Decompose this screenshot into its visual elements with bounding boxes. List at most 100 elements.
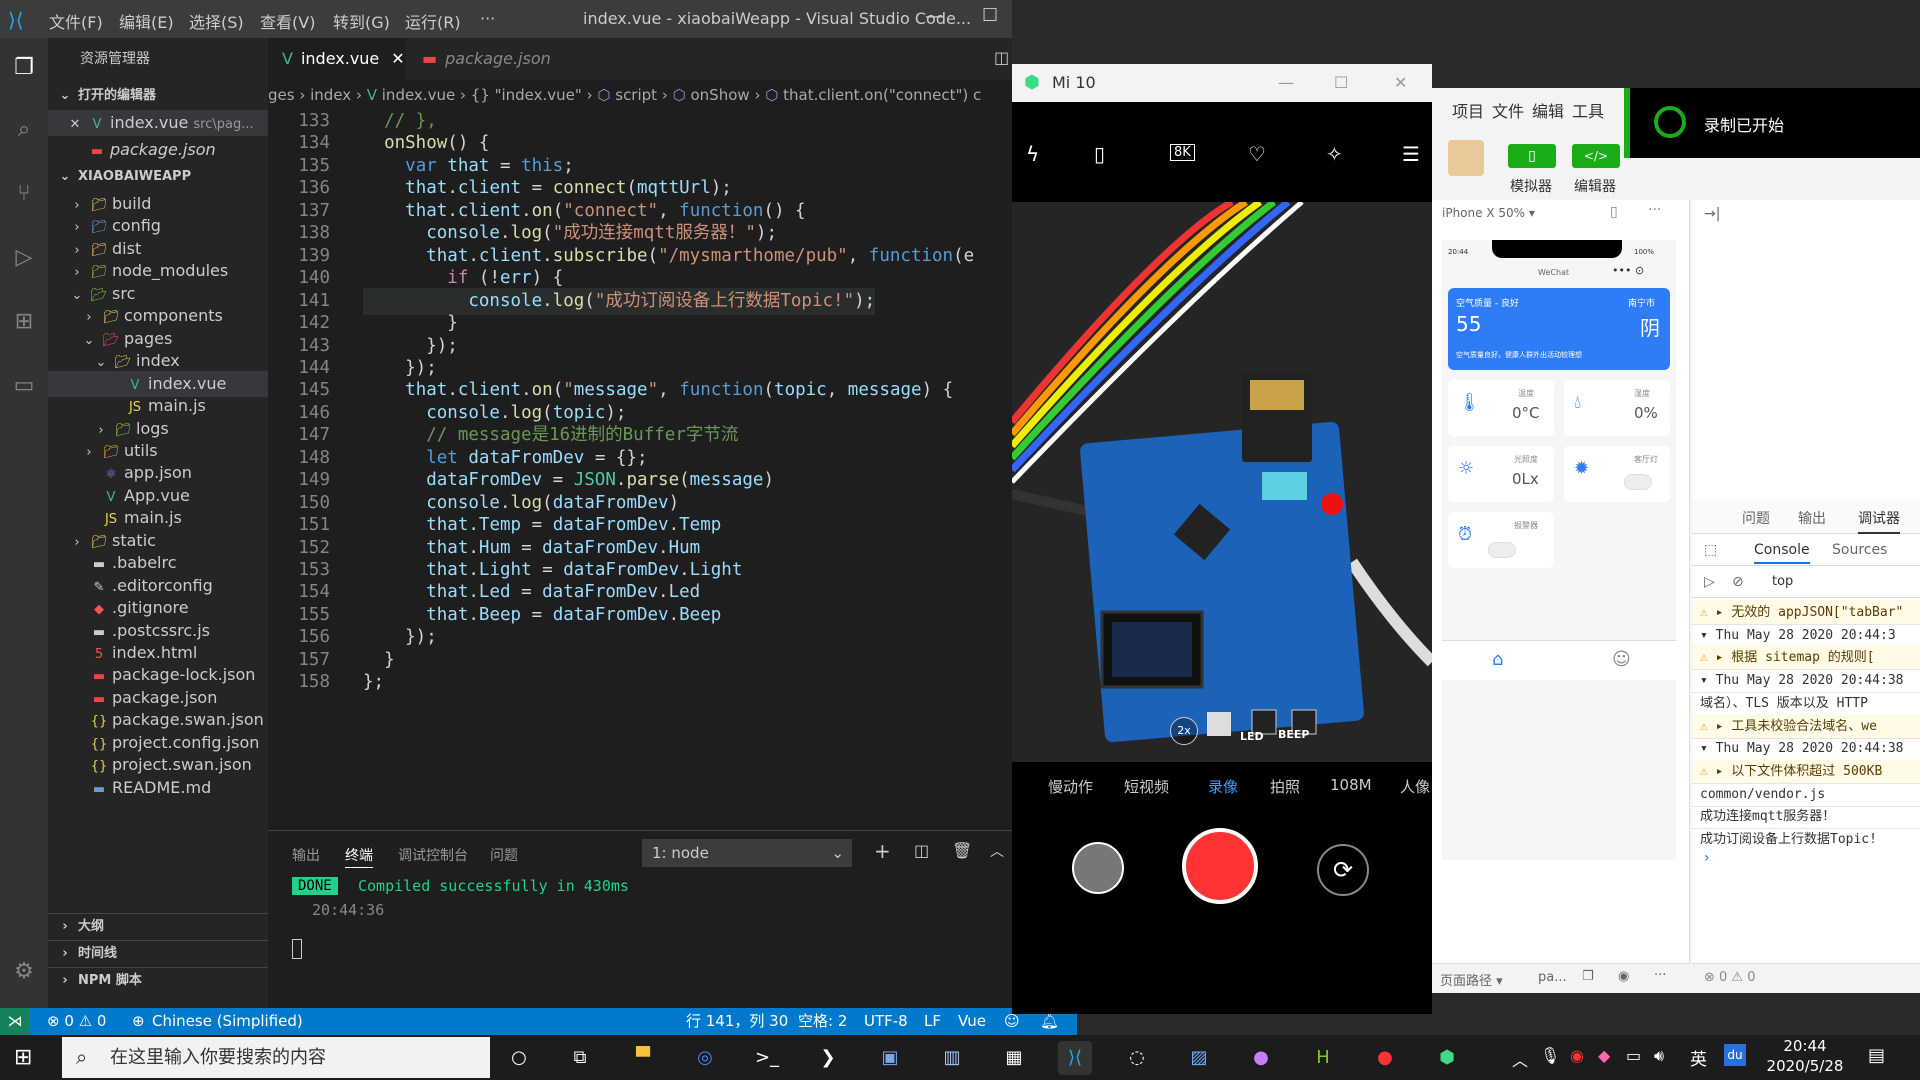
collapse-icon[interactable]: →| bbox=[1704, 206, 1720, 222]
error-counts[interactable]: ⊗ 0 ⚠ 0 bbox=[1692, 963, 1920, 993]
vscode-taskbar-icon[interactable]: ⟩⟨ bbox=[1058, 1041, 1092, 1075]
split-terminal-icon[interactable]: ◫ bbox=[914, 841, 929, 860]
sources-tab[interactable]: Sources bbox=[1832, 542, 1887, 558]
file-encoding[interactable]: UTF-8 bbox=[864, 1008, 908, 1035]
trash-icon[interactable]: 🗑 bbox=[952, 841, 972, 860]
breadcrumb-item[interactable]: ges bbox=[268, 86, 295, 104]
console-entry[interactable]: ⚠ ▸ 以下文件体积超过 500KB bbox=[1692, 758, 1920, 784]
code-editor[interactable]: 133 // }, 134 onShow() {135 var that = th… bbox=[268, 108, 1012, 828]
breadcrumb-item[interactable]: script bbox=[615, 86, 657, 104]
tab-index-vue[interactable]: Vindex.vue ✕ bbox=[268, 38, 406, 80]
home-icon[interactable]: ⌂ bbox=[1492, 649, 1503, 670]
dbg-tab-debugger[interactable]: 调试器 bbox=[1858, 508, 1900, 534]
baidu-ime-icon[interactable]: du bbox=[1724, 1044, 1746, 1066]
console-entry[interactable]: 成功连接mqtt服务器！ bbox=[1692, 804, 1920, 830]
extensions-icon[interactable]: ⊞ bbox=[10, 308, 38, 336]
remote-icon[interactable]: ⋊ bbox=[0, 1008, 30, 1035]
beep-toggle[interactable] bbox=[1488, 542, 1516, 558]
avatar[interactable] bbox=[1448, 140, 1484, 176]
editor-label[interactable]: 编辑器 bbox=[1574, 176, 1616, 196]
console-tab[interactable]: Console bbox=[1754, 542, 1810, 564]
source-control-icon[interactable]: ⑂ bbox=[10, 180, 38, 208]
project-header[interactable]: ⌄ XIAOBAIWEAPP bbox=[48, 164, 268, 190]
device-select[interactable]: iPhone X 50% ▾ bbox=[1442, 206, 1535, 220]
remote-explorer-icon[interactable]: ▭ bbox=[10, 372, 38, 400]
aspect-ratio-icon[interactable]: ▯ bbox=[1094, 142, 1105, 166]
hbuilder-icon[interactable]: H bbox=[1306, 1041, 1340, 1075]
explorer-icon[interactable]: ❐ bbox=[10, 54, 38, 82]
split-editor-icon[interactable]: ◫ bbox=[994, 48, 1009, 67]
filter-icon[interactable]: ✧ bbox=[1326, 142, 1343, 166]
console-entry[interactable]: ⚠ ▸ 根据 sitemap 的规则[ bbox=[1692, 645, 1920, 671]
end-of-line[interactable]: LF bbox=[924, 1008, 941, 1035]
menu-file[interactable]: 文件(F) bbox=[49, 9, 103, 33]
page-path-select[interactable]: 页面路径 ▾ bbox=[1440, 970, 1503, 989]
clock-time[interactable]: 20:44 bbox=[1762, 1037, 1848, 1055]
android-taskbar-icon[interactable]: ⬢ bbox=[1430, 1041, 1464, 1075]
menu-icon[interactable]: ☰ bbox=[1402, 142, 1420, 166]
panel-tab-debug-console[interactable]: 调试控制台 bbox=[398, 845, 468, 865]
breadcrumb-item[interactable]: index bbox=[310, 86, 351, 104]
more-icon[interactable]: ··· bbox=[1648, 202, 1661, 218]
panel-tab-terminal[interactable]: 终端 bbox=[345, 845, 373, 868]
gallery-thumbnail[interactable] bbox=[1072, 842, 1124, 894]
minimize-icon[interactable]: — bbox=[1278, 64, 1294, 102]
mode-short-video[interactable]: 短视频 bbox=[1124, 776, 1169, 797]
outline-header[interactable]: › 大纲 bbox=[48, 913, 268, 939]
copy-icon[interactable]: ❐ bbox=[1582, 969, 1594, 984]
tab-package-json[interactable]: ▬ package.json bbox=[408, 38, 558, 80]
flash-icon[interactable]: ϟ bbox=[1026, 142, 1039, 166]
console-entry[interactable]: ⚠ ▸ 工具未校验合法域名、we bbox=[1692, 713, 1920, 739]
console-entry[interactable]: common/vendor.js bbox=[1692, 782, 1920, 807]
notification-icon[interactable]: ▤ bbox=[1868, 1045, 1885, 1066]
dt-menu-edit[interactable]: 编辑 bbox=[1532, 98, 1564, 122]
console-prompt[interactable]: › bbox=[1704, 850, 1710, 866]
menu-selection[interactable]: 选择(S) bbox=[189, 9, 244, 33]
menu-go[interactable]: 转到(G) bbox=[333, 9, 390, 33]
dt-menu-tools[interactable]: 工具 bbox=[1572, 98, 1604, 122]
minimize-icon[interactable]: — bbox=[925, 6, 943, 27]
menu-edit[interactable]: 编辑(E) bbox=[119, 9, 174, 33]
task-view-icon[interactable]: ⧉ bbox=[563, 1041, 597, 1075]
problems-count[interactable]: ⊗ 0 ⚠ 0 bbox=[47, 1008, 106, 1035]
remote-desktop-icon[interactable]: ▣ bbox=[873, 1041, 907, 1075]
camera-viewfinder[interactable]: LED BEEP 2x bbox=[1012, 202, 1432, 762]
console-entry[interactable]: 成功订阅设备上行数据Topic! bbox=[1692, 827, 1920, 850]
context-select[interactable]: top bbox=[1772, 574, 1793, 589]
language-mode[interactable]: Vue bbox=[958, 1008, 986, 1035]
windows-start-icon[interactable]: ⊞ bbox=[14, 1045, 32, 1070]
dt-menu-file[interactable]: 文件 bbox=[1492, 98, 1524, 122]
menu-more[interactable]: ··· bbox=[480, 9, 495, 28]
console-entry[interactable]: ▾ Thu May 28 2020 20:44:38 bbox=[1692, 736, 1920, 762]
console-entry[interactable]: ⚠ ▸ 无效的 appJSON["tabBar" bbox=[1692, 600, 1920, 625]
eye-icon[interactable]: ◉ bbox=[1618, 969, 1629, 984]
inspect-icon[interactable]: ⬚ bbox=[1704, 542, 1717, 558]
panel-tab-output[interactable]: 输出 bbox=[292, 845, 320, 865]
wechat-icon[interactable]: ◌ bbox=[1120, 1041, 1154, 1075]
chrome-icon[interactable]: ◎ bbox=[688, 1041, 722, 1075]
calculator-icon[interactable]: ▦ bbox=[997, 1041, 1031, 1075]
open-editor-package-json[interactable]: ▬ package.json bbox=[48, 137, 268, 163]
record-button[interactable] bbox=[1182, 828, 1258, 904]
settings-gear-icon[interactable]: ⚙ bbox=[10, 958, 38, 986]
clock-date[interactable]: 2020/5/28 bbox=[1762, 1057, 1848, 1075]
cortana-icon[interactable]: ○ bbox=[502, 1041, 536, 1075]
maximize-icon[interactable]: ☐ bbox=[982, 5, 998, 26]
new-terminal-icon[interactable]: + bbox=[874, 839, 891, 863]
maximize-icon[interactable]: ☐ bbox=[1334, 64, 1348, 102]
terminal-select[interactable]: 1: node ⌄ bbox=[642, 839, 852, 867]
breadcrumb-item[interactable]: {} "index.vue" bbox=[471, 86, 582, 104]
switch-camera-icon[interactable]: ⟳ bbox=[1317, 844, 1369, 896]
more-icon[interactable]: ··· bbox=[1654, 968, 1666, 983]
led-toggle[interactable] bbox=[1624, 474, 1652, 490]
clear-console-icon[interactable]: ⊘ bbox=[1732, 574, 1744, 590]
chevron-up-icon[interactable]: ︿ bbox=[990, 841, 1004, 861]
building-app-icon[interactable]: ▥ bbox=[935, 1041, 969, 1075]
breadcrumb-item[interactable]: onShow bbox=[691, 86, 750, 104]
breadcrumb-item[interactable]: that.client.on("connect") c bbox=[783, 86, 981, 104]
resolution-8k-icon[interactable]: 8K bbox=[1170, 144, 1195, 161]
panel-tab-problems[interactable]: 问题 bbox=[490, 845, 518, 865]
user-icon[interactable]: ☺ bbox=[1612, 649, 1631, 670]
capsule-more-icon[interactable]: ••• ⊙ bbox=[1612, 264, 1644, 277]
mode-slowmo[interactable]: 慢动作 bbox=[1048, 776, 1093, 797]
